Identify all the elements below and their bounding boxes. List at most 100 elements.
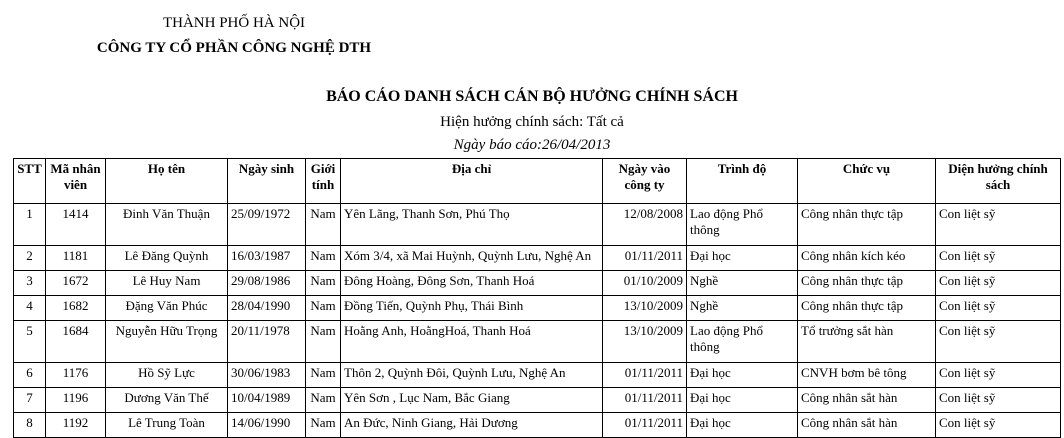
cell-address: An Đức, Ninh Giang, Hải Dương xyxy=(340,412,603,438)
cell-education: Đại học xyxy=(686,387,798,413)
cell-policy-type: Con liệt sỹ xyxy=(935,203,1061,246)
column-header-birth-date: Ngày sinh xyxy=(227,158,306,204)
cell-position: Công nhân sắt hàn xyxy=(797,387,936,413)
table-row: 3 1672 Lê Huy Nam 29/08/1986 Nam Đông Ho… xyxy=(13,270,1061,296)
cell-birth-date: 20/11/1978 xyxy=(227,320,306,363)
cell-address: Yên Sơn , Lục Nam, Bắc Giang xyxy=(340,387,603,413)
cell-full-name: Đặng Văn Phúc xyxy=(105,295,228,321)
cell-birth-date: 28/04/1990 xyxy=(227,295,306,321)
cell-policy-type: Con liệt sỹ xyxy=(935,362,1061,388)
city-heading: THÀNH PHỐ HÀ NỘI xyxy=(162,15,306,31)
cell-policy-type: Con liệt sỹ xyxy=(935,387,1061,413)
cell-education: Đại học xyxy=(686,412,798,438)
table-row: 4 1682 Đặng Văn Phúc 28/04/1990 Nam Đồng… xyxy=(13,295,1061,321)
cell-position: Công nhân thực tập xyxy=(797,203,936,246)
cell-education: Đại học xyxy=(686,362,798,388)
cell-stt: 8 xyxy=(13,412,46,438)
cell-policy-type: Con liệt sỹ xyxy=(935,295,1061,321)
cell-full-name: Hồ Sỹ Lực xyxy=(105,362,228,388)
cell-stt: 5 xyxy=(13,320,46,363)
cell-employee-id: 1181 xyxy=(45,245,106,271)
cell-join-date: 13/10/2009 xyxy=(602,320,687,363)
cell-employee-id: 1684 xyxy=(45,320,106,363)
report-subtitle: Hiện hưởng chính sách: Tất cả xyxy=(440,114,624,130)
cell-birth-date: 14/06/1990 xyxy=(227,412,306,438)
cell-full-name: Đinh Văn Thuận xyxy=(105,203,228,246)
cell-stt: 2 xyxy=(13,245,46,271)
column-header-join-date: Ngày vào công ty xyxy=(602,158,687,204)
column-header-employee-id: Mã nhân viên xyxy=(45,158,106,204)
cell-join-date: 01/11/2011 xyxy=(602,245,687,271)
table-header-row: STT Mã nhân viên Họ tên Ngày sinh Giới t… xyxy=(13,158,1061,204)
cell-gender: Nam xyxy=(305,245,341,271)
cell-gender: Nam xyxy=(305,270,341,296)
column-header-policy-type: Diện hưởng chính sách xyxy=(935,158,1061,204)
table-row: 6 1176 Hồ Sỹ Lực 30/06/1983 Nam Thôn 2, … xyxy=(13,362,1061,388)
cell-education: Nghề xyxy=(686,295,798,321)
column-header-full-name: Họ tên xyxy=(105,158,228,204)
table-row: 7 1196 Dương Văn Thế 10/04/1989 Nam Yên … xyxy=(13,387,1061,413)
cell-employee-id: 1192 xyxy=(45,412,106,438)
company-name: CÔNG TY CỔ PHẦN CÔNG NGHỆ DTH xyxy=(96,40,372,56)
cell-full-name: Lê Đăng Quỳnh xyxy=(105,245,228,271)
column-header-stt: STT xyxy=(13,158,46,204)
cell-birth-date: 25/09/1972 xyxy=(227,203,306,246)
cell-stt: 4 xyxy=(13,295,46,321)
cell-join-date: 01/10/2009 xyxy=(602,270,687,296)
cell-employee-id: 1672 xyxy=(45,270,106,296)
cell-join-date: 01/11/2011 xyxy=(602,412,687,438)
cell-address: Đồng Tiến, Quỳnh Phụ, Thái Bình xyxy=(340,295,603,321)
cell-address: Hoằng Anh, HoằngHoá, Thanh Hoá xyxy=(340,320,603,363)
cell-position: Công nhân sắt hàn xyxy=(797,412,936,438)
cell-education: Lao động Phổ thông xyxy=(686,320,798,363)
cell-employee-id: 1176 xyxy=(45,362,106,388)
cell-birth-date: 29/08/1986 xyxy=(227,270,306,296)
cell-employee-id: 1682 xyxy=(45,295,106,321)
cell-stt: 6 xyxy=(13,362,46,388)
cell-position: Công nhân thực tập xyxy=(797,270,936,296)
cell-birth-date: 30/06/1983 xyxy=(227,362,306,388)
column-header-gender: Giới tính xyxy=(305,158,341,204)
table-row: 5 1684 Nguyễn Hữu Trọng 20/11/1978 Nam H… xyxy=(13,320,1061,363)
cell-join-date: 12/08/2008 xyxy=(602,203,687,246)
cell-position: CNVH bơm bê tông xyxy=(797,362,936,388)
policy-staff-table: STT Mã nhân viên Họ tên Ngày sinh Giới t… xyxy=(13,158,1061,438)
column-header-address: Địa chỉ xyxy=(340,158,603,204)
cell-position: Tổ trưởng sắt hàn xyxy=(797,320,936,363)
cell-education: Nghề xyxy=(686,270,798,296)
cell-employee-id: 1414 xyxy=(45,203,106,246)
cell-gender: Nam xyxy=(305,320,341,363)
cell-policy-type: Con liệt sỹ xyxy=(935,245,1061,271)
table-row: 2 1181 Lê Đăng Quỳnh 16/03/1987 Nam Xóm … xyxy=(13,245,1061,271)
column-header-position: Chức vụ xyxy=(797,158,936,204)
cell-join-date: 01/11/2011 xyxy=(602,387,687,413)
cell-gender: Nam xyxy=(305,362,341,388)
cell-full-name: Lê Huy Nam xyxy=(105,270,228,296)
cell-stt: 1 xyxy=(13,203,46,246)
cell-full-name: Dương Văn Thế xyxy=(105,387,228,413)
cell-address: Xóm 3/4, xã Mai Huỳnh, Quỳnh Lưu, Nghệ A… xyxy=(340,245,603,271)
cell-position: Công nhân thực tập xyxy=(797,295,936,321)
cell-education: Đại học xyxy=(686,245,798,271)
report-date: Ngày báo cáo:26/04/2013 xyxy=(453,137,611,153)
cell-birth-date: 16/03/1987 xyxy=(227,245,306,271)
cell-gender: Nam xyxy=(305,203,341,246)
cell-policy-type: Con liệt sỹ xyxy=(935,412,1061,438)
cell-birth-date: 10/04/1989 xyxy=(227,387,306,413)
cell-join-date: 13/10/2009 xyxy=(602,295,687,321)
table-row: 8 1192 Lê Trung Toàn 14/06/1990 Nam An Đ… xyxy=(13,412,1061,438)
cell-position: Công nhân kích kéo xyxy=(797,245,936,271)
cell-gender: Nam xyxy=(305,387,341,413)
column-header-education: Trình độ xyxy=(686,158,798,204)
cell-policy-type: Con liệt sỹ xyxy=(935,320,1061,363)
cell-full-name: Nguyễn Hữu Trọng xyxy=(105,320,228,363)
cell-address: Đông Hoàng, Đông Sơn, Thanh Hoá xyxy=(340,270,603,296)
cell-policy-type: Con liệt sỹ xyxy=(935,270,1061,296)
cell-stt: 3 xyxy=(13,270,46,296)
report-title: BÁO CÁO DANH SÁCH CÁN BỘ HƯỞNG CHÍNH SÁC… xyxy=(326,88,738,105)
cell-join-date: 01/11/2011 xyxy=(602,362,687,388)
cell-address: Yên Lãng, Thanh Sơn, Phú Thọ xyxy=(340,203,603,246)
table-row: 1 1414 Đinh Văn Thuận 25/09/1972 Nam Yên… xyxy=(13,203,1061,246)
cell-stt: 7 xyxy=(13,387,46,413)
cell-education: Lao động Phổ thông xyxy=(686,203,798,246)
